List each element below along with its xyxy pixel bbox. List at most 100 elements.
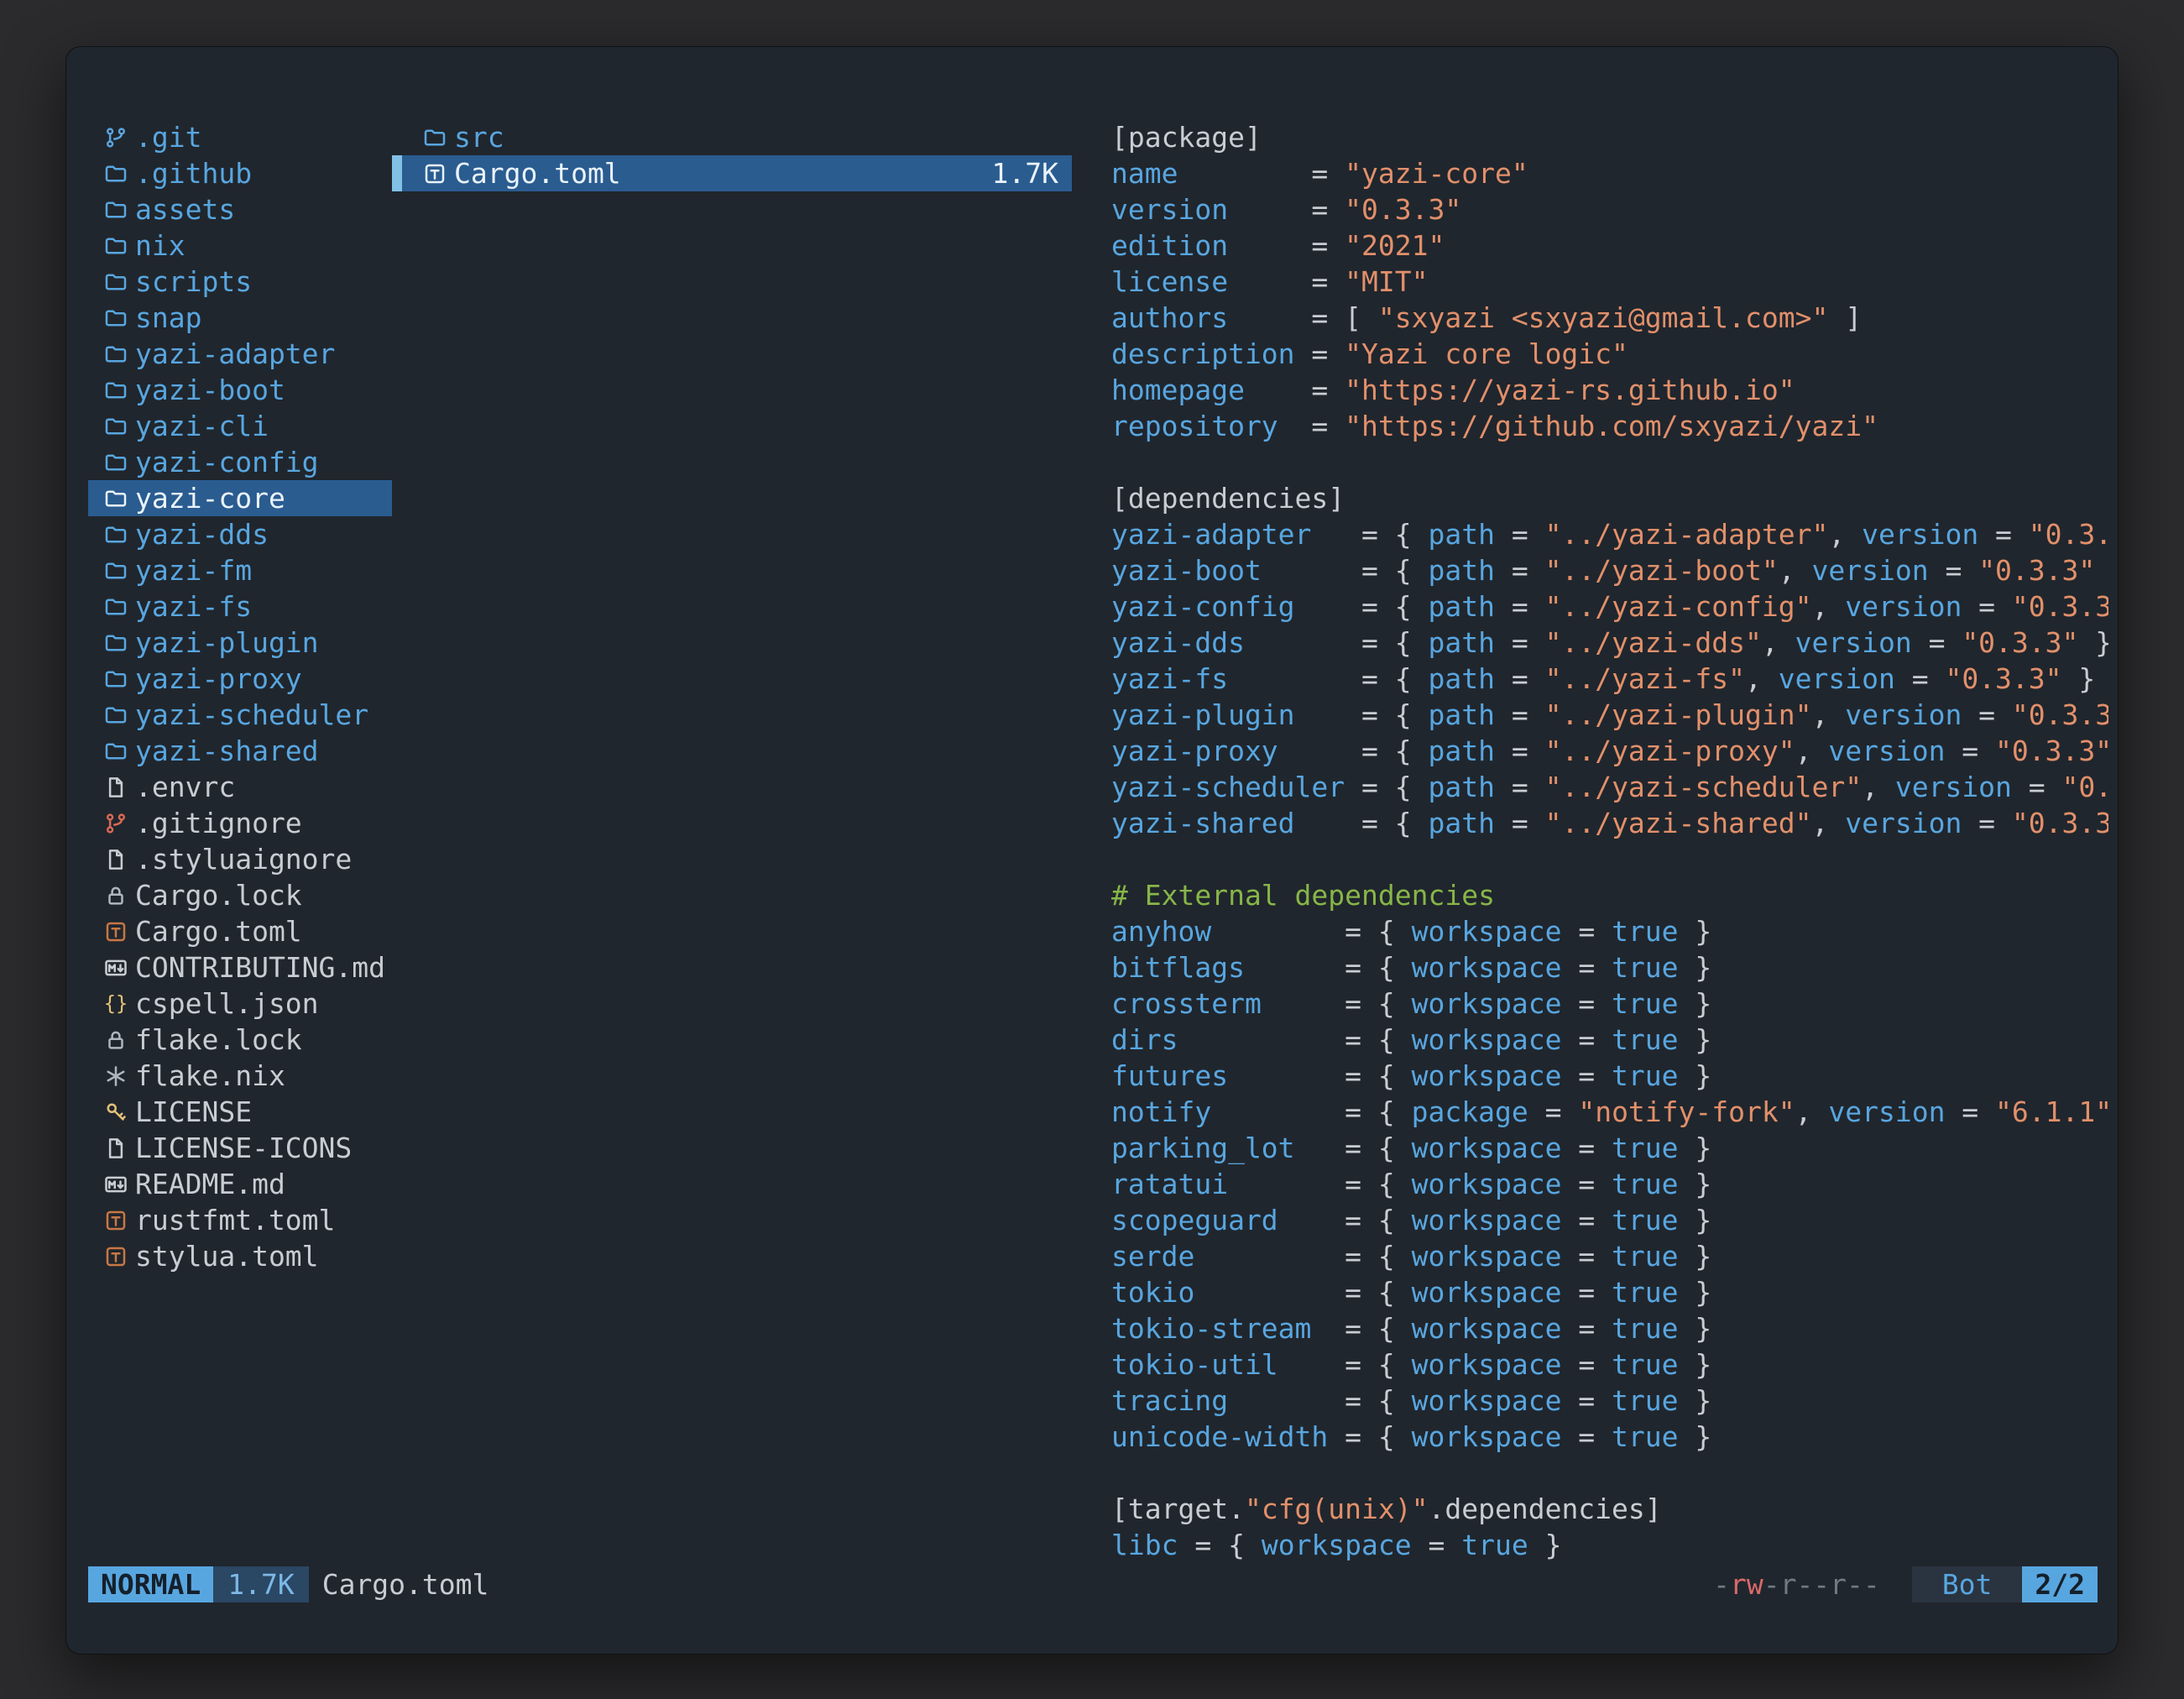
dir-item-yazi-config[interactable]: yazi-config <box>88 444 392 480</box>
folder-icon <box>103 558 128 583</box>
preview-line: yazi-boot = { path = "../yazi-boot", ver… <box>1111 552 2108 588</box>
folder-icon <box>103 161 128 186</box>
dir-item-.github[interactable]: .github <box>88 155 392 191</box>
file-item-cargo.toml[interactable]: Cargo.toml1.7K <box>392 155 1072 191</box>
preview-line <box>1111 841 2108 877</box>
file-size-badge: 1.7K <box>213 1566 308 1602</box>
file-item-.gitignore[interactable]: .gitignore <box>88 805 392 841</box>
folder-icon <box>422 125 447 150</box>
file-item-.envrc[interactable]: .envrc <box>88 769 392 805</box>
folder-icon <box>103 342 128 367</box>
markdown-icon <box>103 955 128 980</box>
preview-line: tracing = { workspace = true } <box>1111 1383 2108 1419</box>
dir-item-yazi-boot[interactable]: yazi-boot <box>88 372 392 408</box>
item-label: Cargo.toml <box>135 915 302 948</box>
preview-line: repository = "https://github.com/sxyazi/… <box>1111 408 2108 444</box>
preview-line: unicode-width = { workspace = true } <box>1111 1419 2108 1455</box>
dir-item-src[interactable]: src <box>392 119 1072 155</box>
status-bar: NORMAL 1.7K Cargo.toml -rw-r--r-- Bot 2/… <box>88 1566 2098 1602</box>
preview-line: yazi-shared = { path = "../yazi-shared",… <box>1111 805 2108 841</box>
dir-item-nix[interactable]: nix <box>88 227 392 264</box>
folder-icon <box>103 378 128 403</box>
dir-item-.git[interactable]: .git <box>88 119 392 155</box>
preview-line: parking_lot = { workspace = true } <box>1111 1130 2108 1166</box>
toml-icon <box>103 919 128 944</box>
item-label: Cargo.lock <box>135 879 302 912</box>
hover-marker <box>392 155 402 191</box>
dir-item-yazi-dds[interactable]: yazi-dds <box>88 516 392 552</box>
item-size: 1.7K <box>992 157 1072 190</box>
file-icon <box>103 847 128 872</box>
file-item-cargo.lock[interactable]: Cargo.lock <box>88 877 392 913</box>
preview-line: scopeguard = { workspace = true } <box>1111 1202 2108 1238</box>
folder-icon <box>103 594 128 619</box>
preview-line: libc = { workspace = true } <box>1111 1527 2108 1563</box>
item-label: flake.nix <box>135 1059 285 1092</box>
preview-line: serde = { workspace = true } <box>1111 1238 2108 1274</box>
item-label: scripts <box>135 265 252 298</box>
dir-item-assets[interactable]: assets <box>88 191 392 227</box>
preview-line: ratatui = { workspace = true } <box>1111 1166 2108 1202</box>
item-label: cspell.json <box>135 987 319 1020</box>
file-item-cargo.toml[interactable]: Cargo.toml <box>88 913 392 949</box>
preview-line: tokio = { workspace = true } <box>1111 1274 2108 1310</box>
dir-item-yazi-fs[interactable]: yazi-fs <box>88 588 392 625</box>
preview-line: [target."cfg(unix)".dependencies] <box>1111 1491 2108 1527</box>
file-item-cspell.json[interactable]: cspell.json <box>88 985 392 1022</box>
preview-line: version = "0.3.3" <box>1111 191 2108 227</box>
folder-icon <box>103 306 128 331</box>
preview-line <box>1111 1455 2108 1491</box>
perm-prefix: - <box>1713 1568 1730 1601</box>
preview-line: bitflags = { workspace = true } <box>1111 949 2108 985</box>
dir-item-yazi-adapter[interactable]: yazi-adapter <box>88 336 392 372</box>
preview-line: homepage = "https://yazi-rs.github.io" <box>1111 372 2108 408</box>
file-item-rustfmt.toml[interactable]: rustfmt.toml <box>88 1202 392 1238</box>
dir-item-yazi-shared[interactable]: yazi-shared <box>88 733 392 769</box>
current-directory-pane[interactable]: srcCargo.toml1.7K <box>392 119 1072 191</box>
item-label: flake.lock <box>135 1023 302 1056</box>
preview-line: edition = "2021" <box>1111 227 2108 264</box>
folder-icon <box>103 630 128 656</box>
preview-line: authors = [ "sxyazi <sxyazi@gmail.com>" … <box>1111 300 2108 336</box>
dir-item-snap[interactable]: snap <box>88 300 392 336</box>
item-label: yazi-fm <box>135 554 252 587</box>
file-item-contributing.md[interactable]: CONTRIBUTING.md <box>88 949 392 985</box>
item-label: CONTRIBUTING.md <box>135 951 385 984</box>
item-label: .github <box>135 157 252 190</box>
file-item-.styluaignore[interactable]: .styluaignore <box>88 841 392 877</box>
preview-line: anyhow = { workspace = true } <box>1111 913 2108 949</box>
file-item-flake.lock[interactable]: flake.lock <box>88 1022 392 1058</box>
dir-item-yazi-cli[interactable]: yazi-cli <box>88 408 392 444</box>
file-item-flake.nix[interactable]: flake.nix <box>88 1058 392 1094</box>
parent-directory-pane[interactable]: .git.githubassetsnixscriptssnapyazi-adap… <box>88 119 392 1274</box>
desktop-background: { "colors": { "accent_blue": "#58a6e0", … <box>0 0 2184 1699</box>
dir-item-yazi-fm[interactable]: yazi-fm <box>88 552 392 588</box>
item-label: yazi-boot <box>135 374 285 406</box>
preview-line: yazi-plugin = { path = "../yazi-plugin",… <box>1111 697 2108 733</box>
folder-icon <box>103 269 128 295</box>
item-label: yazi-shared <box>135 734 319 767</box>
preview-line: tokio-util = { workspace = true } <box>1111 1346 2108 1383</box>
scroll-position-label: Bot <box>1912 1566 2023 1602</box>
dir-item-yazi-proxy[interactable]: yazi-proxy <box>88 661 392 697</box>
preview-line: license = "MIT" <box>1111 264 2108 300</box>
preview-line: yazi-fs = { path = "../yazi-fs", version… <box>1111 661 2108 697</box>
preview-line: description = "Yazi core logic" <box>1111 336 2108 372</box>
file-item-stylua.toml[interactable]: stylua.toml <box>88 1238 392 1274</box>
dir-item-yazi-scheduler[interactable]: yazi-scheduler <box>88 697 392 733</box>
file-preview-pane[interactable]: [package]name = "yazi-core"version = "0.… <box>1111 119 2108 1563</box>
dir-item-yazi-core[interactable]: yazi-core <box>88 480 392 516</box>
status-bar-right: -rw-r--r-- Bot 2/2 <box>1713 1566 2098 1602</box>
file-icon <box>103 775 128 800</box>
folder-icon <box>103 197 128 222</box>
dir-item-yazi-plugin[interactable]: yazi-plugin <box>88 625 392 661</box>
dir-item-scripts[interactable]: scripts <box>88 264 392 300</box>
file-item-license-icons[interactable]: LICENSE-ICONS <box>88 1130 392 1166</box>
preview-line: futures = { workspace = true } <box>1111 1058 2108 1094</box>
item-label: src <box>454 121 504 154</box>
item-label: yazi-dds <box>135 518 269 551</box>
preview-line: yazi-proxy = { path = "../yazi-proxy", v… <box>1111 733 2108 769</box>
file-item-license[interactable]: LICENSE <box>88 1094 392 1130</box>
file-item-readme.md[interactable]: README.md <box>88 1166 392 1202</box>
folder-icon <box>103 414 128 439</box>
